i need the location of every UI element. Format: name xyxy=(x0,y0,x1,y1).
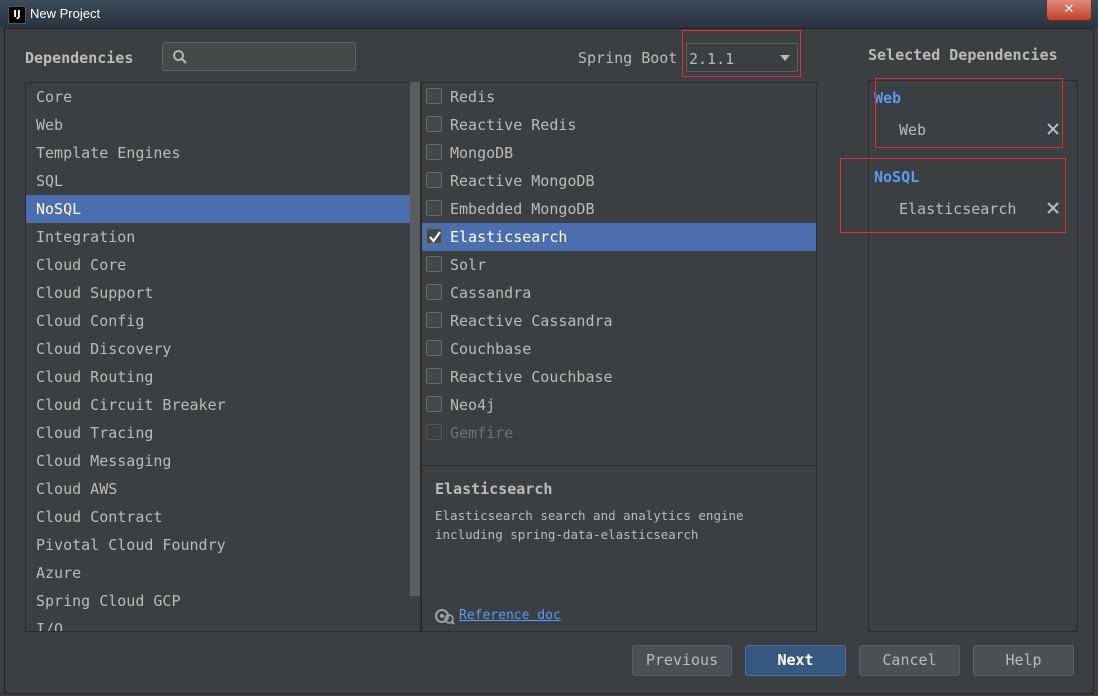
dependency-checkbox[interactable] xyxy=(426,144,442,160)
dependency-item[interactable]: Neo4j xyxy=(422,391,816,419)
dependency-checkbox[interactable] xyxy=(426,284,442,300)
checkmark-icon xyxy=(429,231,441,243)
category-item[interactable]: Integration xyxy=(26,223,420,251)
dependency-item[interactable]: Embedded MongoDB xyxy=(422,195,816,223)
window-title: New Project xyxy=(30,6,101,21)
description-title: Elasticsearch xyxy=(435,480,553,498)
description-divider xyxy=(422,465,816,466)
dependency-label: Redis xyxy=(450,88,496,106)
selected-dependencies-panel xyxy=(868,80,1078,632)
dependency-item[interactable]: Reactive Redis xyxy=(422,111,816,139)
dependency-label: Solr xyxy=(450,256,487,274)
category-scrollbar[interactable] xyxy=(410,82,420,596)
category-item[interactable]: Azure xyxy=(26,559,420,587)
category-item[interactable]: Web xyxy=(26,111,420,139)
dependency-label: Gemfire xyxy=(450,424,514,442)
dependency-item[interactable]: Cassandra xyxy=(422,279,816,307)
dependency-item[interactable]: Reactive Cassandra xyxy=(422,307,816,335)
next-button[interactable]: Next xyxy=(745,645,846,676)
dependency-label: Reactive MongoDB xyxy=(450,172,595,190)
dependency-checkbox[interactable] xyxy=(426,256,442,272)
dependency-label: MongoDB xyxy=(450,144,514,162)
dependency-item[interactable]: Reactive MongoDB xyxy=(422,167,816,195)
dependency-list: Redis Reactive Redis MongoDB Reactive Mongo… xyxy=(421,82,817,632)
category-item[interactable]: Cloud Routing xyxy=(26,363,420,391)
dependency-checkbox[interactable] xyxy=(426,228,442,244)
dependency-checkbox[interactable] xyxy=(426,88,442,104)
dependency-item: Gemfire xyxy=(422,419,816,447)
dependency-checkbox[interactable] xyxy=(426,172,442,188)
cancel-button[interactable]: Cancel xyxy=(859,645,960,676)
dependency-label: Reactive Cassandra xyxy=(450,312,613,330)
category-item[interactable]: Pivotal Cloud Foundry xyxy=(26,531,420,559)
category-item[interactable]: Cloud Support xyxy=(26,279,420,307)
dependency-label: Elasticsearch xyxy=(450,228,568,246)
category-item[interactable]: NoSQL xyxy=(26,195,420,223)
spring-boot-label: Spring Boot xyxy=(578,49,678,67)
remove-elasticsearch-icon[interactable] xyxy=(1046,201,1060,215)
reference-doc-link[interactable]: Reference doc xyxy=(459,608,561,623)
dependency-item[interactable]: MongoDB xyxy=(422,139,816,167)
previous-button[interactable]: Previous xyxy=(632,645,732,676)
reference-doc-icon xyxy=(435,609,455,625)
dependency-item[interactable]: Reactive Couchbase xyxy=(422,363,816,391)
title-bar: IJ New Project ✕ xyxy=(0,0,1098,28)
category-item[interactable]: Core xyxy=(26,83,420,111)
selected-group-web: Web xyxy=(874,89,902,107)
category-item[interactable]: Cloud Circuit Breaker xyxy=(26,391,420,419)
spring-boot-version-value: 2.1.1 xyxy=(689,50,735,68)
dropdown-arrow-icon xyxy=(780,55,790,61)
dependency-label: Embedded MongoDB xyxy=(450,200,595,218)
category-item[interactable]: Spring Cloud GCP xyxy=(26,587,420,615)
intellij-icon: IJ xyxy=(8,6,26,24)
category-list: Core Web Template Engines SQL NoSQL Integrati… xyxy=(25,82,421,632)
dependencies-label: Dependencies xyxy=(25,49,134,67)
dependency-checkbox[interactable] xyxy=(426,396,442,412)
dependency-item[interactable]: Redis xyxy=(422,83,816,111)
category-item[interactable]: Cloud Tracing xyxy=(26,419,420,447)
dependency-checkbox[interactable] xyxy=(426,200,442,216)
selected-dependencies-title: Selected Dependencies xyxy=(868,46,1058,64)
description-text: Elasticsearch search and analytics engin… xyxy=(435,508,744,542)
dependency-label: Neo4j xyxy=(450,396,496,414)
category-item[interactable]: Cloud Config xyxy=(26,307,420,335)
help-button[interactable]: Help xyxy=(973,645,1074,676)
category-item[interactable]: Cloud AWS xyxy=(26,475,420,503)
dependency-label: Reactive Redis xyxy=(450,116,577,134)
spring-boot-version-select[interactable]: 2.1.1 xyxy=(686,43,798,72)
category-item[interactable]: Template Engines xyxy=(26,139,420,167)
search-input[interactable] xyxy=(162,42,356,71)
window-close-button[interactable]: ✕ xyxy=(1046,0,1092,21)
category-item[interactable]: Cloud Discovery xyxy=(26,335,420,363)
category-item[interactable]: Cloud Core xyxy=(26,251,420,279)
dependency-item[interactable]: Couchbase xyxy=(422,335,816,363)
dependency-item[interactable]: Solr xyxy=(422,251,816,279)
category-item[interactable]: Cloud Messaging xyxy=(26,447,420,475)
dependency-label: Reactive Couchbase xyxy=(450,368,613,386)
dependency-checkbox[interactable] xyxy=(426,340,442,356)
selected-item-web: Web xyxy=(899,121,927,139)
dependency-checkbox[interactable] xyxy=(426,312,442,328)
dependency-checkbox xyxy=(426,424,442,440)
dependency-label: Cassandra xyxy=(450,284,532,302)
category-item[interactable]: I/O xyxy=(26,615,420,631)
dependency-checkbox[interactable] xyxy=(426,368,442,384)
search-icon xyxy=(173,50,187,64)
dependency-label: Couchbase xyxy=(450,340,532,358)
category-item[interactable]: SQL xyxy=(26,167,420,195)
category-item[interactable]: Cloud Contract xyxy=(26,503,420,531)
selected-group-nosql: NoSQL xyxy=(874,168,920,186)
dependency-item[interactable]: Elasticsearch xyxy=(422,223,816,251)
selected-item-elasticsearch: Elasticsearch xyxy=(899,200,1017,218)
remove-web-icon[interactable] xyxy=(1046,122,1060,136)
dependency-checkbox[interactable] xyxy=(426,116,442,132)
